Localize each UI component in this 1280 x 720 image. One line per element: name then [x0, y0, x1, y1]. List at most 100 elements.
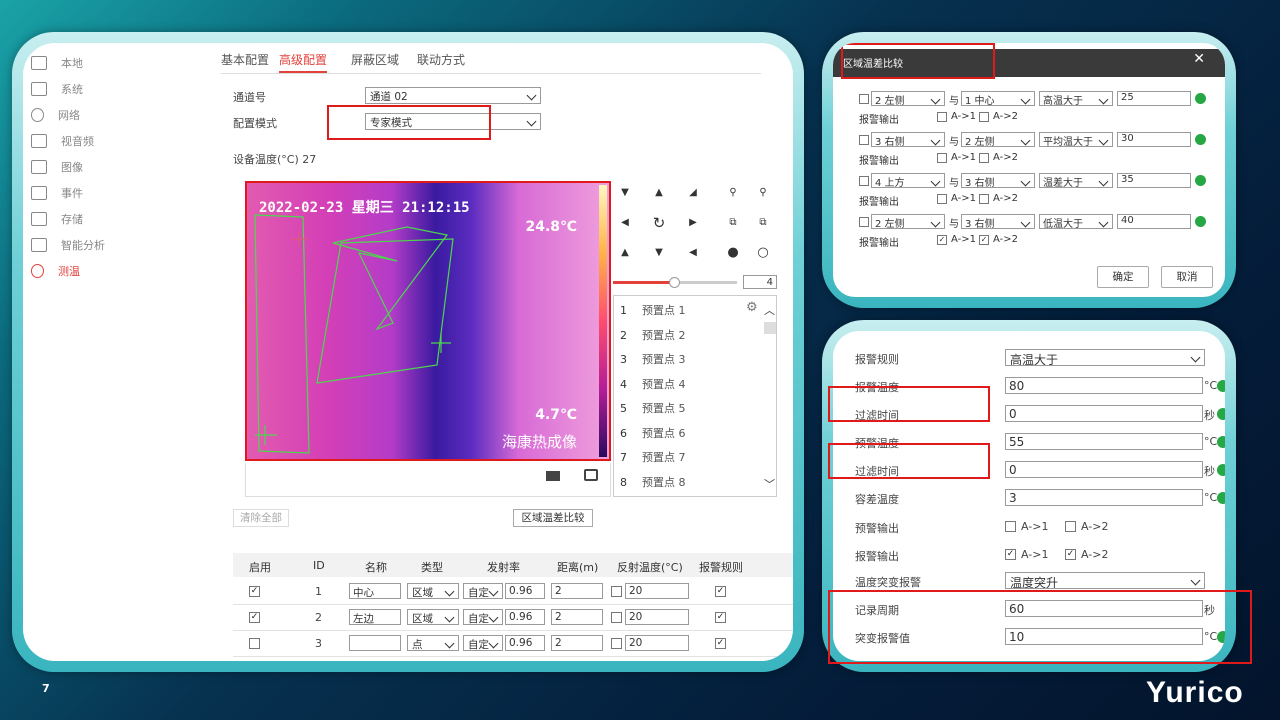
ptz-right-icon[interactable]: ▶ [683, 213, 703, 233]
rule-value-input[interactable]: 30 [1117, 132, 1191, 147]
sudden-alarm-select[interactable]: 温度突升 [1005, 572, 1205, 589]
list-item[interactable]: 7 预置点 7 [620, 445, 686, 469]
alarm-output-a2-checkbox[interactable] [1065, 549, 1076, 560]
iris-close-icon[interactable]: ● [723, 243, 743, 263]
row-emissivity-mode-select[interactable]: 自定 [463, 635, 503, 651]
tolerance-input[interactable]: 3 [1005, 489, 1203, 506]
row-type-select[interactable]: 区域 [407, 583, 459, 599]
cancel-button[interactable]: 取消 [1161, 266, 1213, 288]
rule-output-a2-checkbox[interactable] [979, 112, 989, 122]
scrollbar[interactable] [764, 322, 776, 334]
row-emissivity-input[interactable]: 0.96 [505, 583, 545, 599]
row-enable-checkbox[interactable] [249, 586, 260, 597]
record-icon[interactable] [546, 471, 560, 481]
alarm-temp-input[interactable]: 80 [1005, 377, 1203, 394]
list-item[interactable]: 5 预置点 5 [620, 396, 686, 420]
rule-value-input[interactable]: 25 [1117, 91, 1191, 106]
tab-basic-config[interactable]: 基本配置 [221, 51, 269, 68]
focus-near-icon[interactable]: ⧉ [723, 213, 743, 233]
ptz-auto-icon[interactable]: ↻ [649, 213, 669, 233]
rule-region-a-select[interactable]: 3 右侧 [871, 132, 945, 147]
rule-enable-checkbox[interactable] [859, 217, 869, 227]
rule-output-a2-checkbox[interactable] [979, 194, 989, 204]
sidebar-item-event[interactable]: 事件 [31, 181, 83, 205]
channel-select[interactable]: 通道 02 [365, 87, 541, 104]
ok-button[interactable]: 确定 [1097, 266, 1149, 288]
rule-output-a1-checkbox[interactable] [937, 153, 947, 163]
tab-advanced-config[interactable]: 高级配置 [279, 51, 328, 73]
list-item[interactable]: 3 预置点 3 [620, 347, 686, 371]
zoom-out-icon[interactable]: ⚲ [723, 183, 743, 203]
row-enable-checkbox[interactable] [249, 612, 260, 623]
row-reflect-temp-input[interactable]: 20 [625, 609, 689, 625]
rule-condition-select[interactable]: 低温大于 [1039, 214, 1113, 229]
sidebar-item-storage[interactable]: 存储 [31, 207, 83, 231]
row-reflect-temp-input[interactable]: 20 [625, 583, 689, 599]
rule-output-a2-checkbox[interactable] [979, 235, 989, 245]
zoom-slider[interactable] [613, 277, 737, 288]
row-alarm-rule-checkbox[interactable] [715, 638, 726, 649]
rule-region-a-select[interactable]: 2 左侧 [871, 91, 945, 106]
row-emissivity-input[interactable]: 0.96 [505, 635, 545, 651]
sidebar-item-image[interactable]: 图像 [31, 155, 83, 179]
rule-region-b-select[interactable]: 3 右侧 [961, 173, 1035, 188]
region-compare-button[interactable]: 区域温差比较 [513, 509, 593, 527]
list-item[interactable]: 8 预置点 8 [620, 470, 686, 494]
rule-output-a1-checkbox[interactable] [937, 235, 947, 245]
row-emissivity-mode-select[interactable]: 自定 [463, 609, 503, 625]
rule-output-a2-checkbox[interactable] [979, 153, 989, 163]
list-item[interactable]: 2 预置点 2 [620, 323, 686, 347]
focus-far-icon[interactable]: ⧉ [753, 213, 773, 233]
row-alarm-rule-checkbox[interactable] [715, 612, 726, 623]
rule-region-b-select[interactable]: 2 左侧 [961, 132, 1035, 147]
rule-region-a-select[interactable]: 2 左侧 [871, 214, 945, 229]
gear-icon[interactable]: ⚙ [746, 300, 758, 315]
rule-enable-checkbox[interactable] [859, 94, 869, 104]
row-type-select[interactable]: 区域 [407, 609, 459, 625]
row-type-select[interactable]: 点 [407, 635, 459, 651]
row-reflect-checkbox[interactable] [611, 586, 622, 597]
row-emissivity-mode-select[interactable]: 自定 [463, 583, 503, 599]
scroll-down-icon[interactable]: ﹀ [764, 476, 775, 492]
row-emissivity-input[interactable]: 0.96 [505, 609, 545, 625]
ptz-down-right-icon[interactable]: ◀ [683, 243, 703, 263]
rule-condition-select[interactable]: 平均温大于 [1039, 132, 1113, 147]
ptz-down-icon[interactable]: ▼ [649, 243, 669, 263]
tab-mask-area[interactable]: 屏蔽区域 [351, 51, 399, 68]
row-reflect-checkbox[interactable] [611, 612, 622, 623]
tab-linkage[interactable]: 联动方式 [417, 51, 465, 68]
ptz-up-icon[interactable]: ▲ [649, 183, 669, 203]
warn-output-a2-checkbox[interactable] [1065, 521, 1076, 532]
rule-region-a-select[interactable]: 4 上方 [871, 173, 945, 188]
row-name-input[interactable] [349, 635, 401, 651]
zoom-in-icon[interactable]: ⚲ [753, 183, 773, 203]
warn-output-a1-checkbox[interactable] [1005, 521, 1016, 532]
ptz-down-left-icon[interactable]: ▲ [615, 243, 635, 263]
ptz-up-left-icon[interactable]: ▼ [615, 183, 635, 203]
row-name-input[interactable]: 中心 [349, 583, 401, 599]
filter-time-input[interactable]: 0 [1005, 405, 1203, 422]
filter-time-input[interactable]: 0 [1005, 461, 1203, 478]
sidebar-item-system[interactable]: 系统 [31, 77, 83, 101]
row-distance-input[interactable]: 2 [551, 635, 603, 651]
rule-condition-select[interactable]: 温差大于 [1039, 173, 1113, 188]
list-item[interactable]: 4 预置点 4 [620, 372, 686, 396]
ptz-left-icon[interactable]: ◀ [615, 213, 635, 233]
list-item[interactable]: 6 预置点 6 [620, 421, 686, 445]
alarm-output-a1-checkbox[interactable] [1005, 549, 1016, 560]
rule-condition-select[interactable]: 高温大于 [1039, 91, 1113, 106]
alarm-rule-select[interactable]: 高温大于 [1005, 349, 1205, 366]
row-distance-input[interactable]: 2 [551, 583, 603, 599]
list-item[interactable]: 1 预置点 1 [620, 298, 686, 322]
row-reflect-checkbox[interactable] [611, 638, 622, 649]
sidebar-item-smart-analysis[interactable]: 智能分析 [31, 233, 105, 257]
rule-enable-checkbox[interactable] [859, 176, 869, 186]
row-enable-checkbox[interactable] [249, 638, 260, 649]
clear-all-button[interactable]: 清除全部 [233, 509, 289, 527]
ptz-up-right-icon[interactable]: ◢ [683, 183, 703, 203]
rule-value-input[interactable]: 35 [1117, 173, 1191, 188]
warn-temp-input[interactable]: 55 [1005, 433, 1203, 450]
row-name-input[interactable]: 左边 [349, 609, 401, 625]
sidebar-item-network[interactable]: 网络 [31, 103, 80, 127]
rule-output-a1-checkbox[interactable] [937, 112, 947, 122]
